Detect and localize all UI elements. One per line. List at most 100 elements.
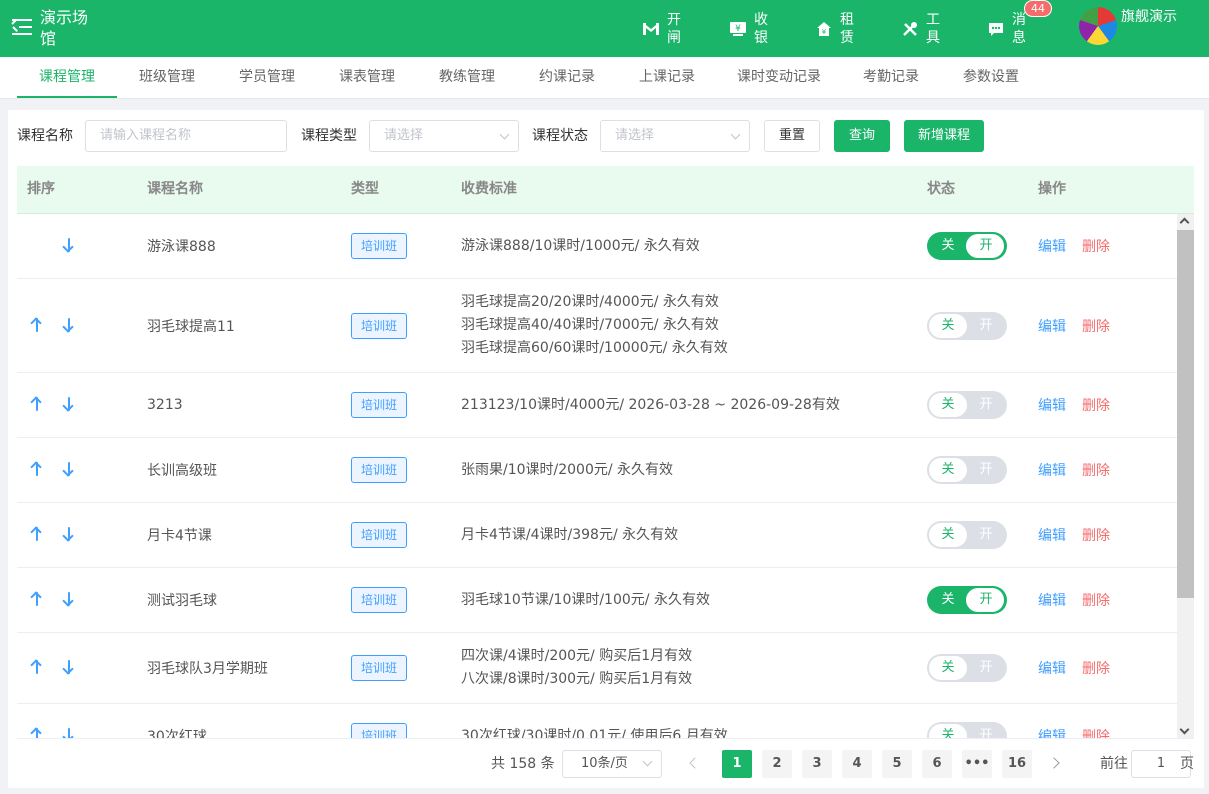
move-up-icon[interactable] (27, 395, 47, 415)
rent-button[interactable]: ¥ 租赁 (815, 10, 858, 48)
user-name[interactable]: 旗舰演示 (1121, 7, 1181, 27)
chevron-down-icon (642, 756, 653, 767)
status-toggle[interactable]: 关开 (927, 654, 1007, 682)
table-scrollbar[interactable] (1177, 214, 1194, 738)
page-size-select[interactable]: 10条/页 (562, 750, 662, 778)
move-up-icon[interactable] (27, 316, 47, 336)
more-pages-button[interactable]: ••• (962, 750, 992, 778)
avatar[interactable] (1079, 7, 1117, 45)
page-button[interactable]: 1 (722, 750, 752, 778)
fee-standard: 游泳课888/10课时/1000元/ 永久有效 (461, 214, 700, 278)
tab-class-management[interactable]: 班级管理 (117, 57, 217, 98)
move-up-icon[interactable] (27, 590, 47, 610)
fee-line: 羽毛球10节课/10课时/100元/ 永久有效 (461, 591, 710, 608)
move-down-icon[interactable] (59, 726, 79, 738)
tab-schedule-management[interactable]: 课表管理 (317, 57, 417, 98)
delete-link[interactable]: 删除 (1082, 590, 1110, 610)
delete-link[interactable]: 删除 (1082, 395, 1110, 415)
status-toggle[interactable]: 关开 (927, 722, 1007, 738)
edit-link[interactable]: 编辑 (1038, 525, 1066, 545)
status-toggle[interactable]: 关开 (927, 311, 1007, 340)
chevron-down-icon (730, 129, 741, 140)
scroll-down-icon[interactable] (1179, 724, 1190, 735)
course-type-tag: 培训班 (351, 392, 408, 418)
reset-button[interactable]: 重置 (764, 120, 820, 152)
page-button[interactable]: 6 (922, 750, 952, 778)
edit-link[interactable]: 编辑 (1038, 658, 1066, 678)
fee-line: 羽毛球提高40/40课时/7000元/ 永久有效 (461, 317, 719, 333)
delete-link[interactable]: 删除 (1082, 726, 1110, 738)
edit-link[interactable]: 编辑 (1038, 590, 1066, 610)
course-type-cell: 培训班 (351, 373, 408, 437)
delete-link[interactable]: 删除 (1082, 658, 1110, 678)
status-toggle[interactable]: 关开 (927, 391, 1007, 419)
messages-button[interactable]: 消息 (987, 10, 1030, 48)
tab-attendance-records[interactable]: 考勤记录 (841, 57, 941, 98)
edit-link[interactable]: 编辑 (1038, 316, 1066, 336)
venue-name: 演示场馆 (40, 8, 89, 48)
prev-page-icon[interactable] (689, 757, 701, 769)
course-type-tag: 培训班 (351, 723, 408, 738)
page-button[interactable]: 16 (1002, 750, 1032, 778)
status-toggle[interactable]: 关开 (927, 456, 1007, 484)
tab-coach-management[interactable]: 教练管理 (417, 57, 517, 98)
rent-icon: ¥ (815, 20, 833, 38)
scrollbar-thumb[interactable] (1177, 230, 1194, 598)
next-page-icon[interactable] (1048, 757, 1060, 769)
move-up-icon[interactable] (27, 460, 47, 480)
tools-button[interactable]: 工具 (901, 10, 944, 48)
move-up-icon[interactable] (27, 726, 47, 738)
edit-link[interactable]: 编辑 (1038, 395, 1066, 415)
messages-label: 消息 (1012, 12, 1026, 46)
status-toggle[interactable]: 关开 (927, 232, 1007, 260)
page-button[interactable]: 2 (762, 750, 792, 778)
tab-course-management[interactable]: 课程管理 (17, 57, 117, 98)
fee-standard: 羽毛球10节课/10课时/100元/ 永久有效 (461, 568, 710, 632)
status-toggle[interactable]: 关开 (927, 521, 1007, 549)
course-name: 羽毛球提高11 (147, 318, 235, 335)
move-down-icon[interactable] (59, 316, 79, 336)
tab-student-management[interactable]: 学员管理 (217, 57, 317, 98)
edit-link[interactable]: 编辑 (1038, 460, 1066, 480)
tab-booking-records[interactable]: 约课记录 (517, 57, 617, 98)
course-status-select[interactable]: 请选择 (600, 120, 750, 152)
edit-link[interactable]: 编辑 (1038, 726, 1066, 738)
move-up-icon[interactable] (27, 658, 47, 678)
course-type-cell: 培训班 (351, 438, 408, 502)
move-down-icon[interactable] (59, 525, 79, 545)
page-button[interactable]: 3 (802, 750, 832, 778)
status-toggle[interactable]: 关开 (927, 586, 1007, 614)
toggle-off-label: 关 (941, 592, 955, 607)
scroll-up-icon[interactable] (1179, 217, 1190, 228)
delete-link[interactable]: 删除 (1082, 236, 1110, 256)
delete-link[interactable]: 删除 (1082, 316, 1110, 336)
move-down-icon[interactable] (59, 658, 79, 678)
page-button[interactable]: 5 (882, 750, 912, 778)
status-cell: 关开 (927, 704, 1007, 738)
query-button[interactable]: 查询 (834, 120, 890, 152)
open-gate-button[interactable]: 开闸 (642, 10, 685, 48)
page-button[interactable]: 4 (842, 750, 872, 778)
menu-collapse-icon[interactable] (11, 16, 34, 38)
tab-class-records[interactable]: 上课记录 (617, 57, 717, 98)
move-down-icon[interactable] (59, 460, 79, 480)
edit-link[interactable]: 编辑 (1038, 236, 1066, 256)
course-name-input[interactable]: 请输入课程名称 (85, 120, 287, 152)
move-down-icon[interactable] (59, 395, 79, 415)
table-body: 游泳课888 培训班 游泳课888/10课时/1000元/ 永久有效关开编辑 删除 羽毛… (17, 214, 1177, 738)
status-cell: 关开 (927, 279, 1007, 372)
tab-hours-change-records[interactable]: 课时变动记录 (717, 57, 841, 98)
toggle-on-label: 开 (979, 728, 993, 738)
add-course-button[interactable]: 新增课程 (904, 120, 984, 152)
fee-line: 30次红球/30课时/0.01元/ 使用后6 月有效 (461, 727, 728, 739)
actions-cell: 编辑 删除 (1038, 214, 1110, 278)
move-down-icon[interactable] (59, 590, 79, 610)
delete-link[interactable]: 删除 (1082, 460, 1110, 480)
cashier-button[interactable]: ¥ 收银 (729, 10, 772, 48)
move-up-icon[interactable] (27, 525, 47, 545)
tab-settings[interactable]: 参数设置 (941, 57, 1041, 98)
fee-standard: 张雨果/10课时/2000元/ 永久有效 (461, 438, 673, 502)
move-down-icon[interactable] (59, 236, 79, 256)
delete-link[interactable]: 删除 (1082, 525, 1110, 545)
course-type-select[interactable]: 请选择 (369, 120, 519, 152)
